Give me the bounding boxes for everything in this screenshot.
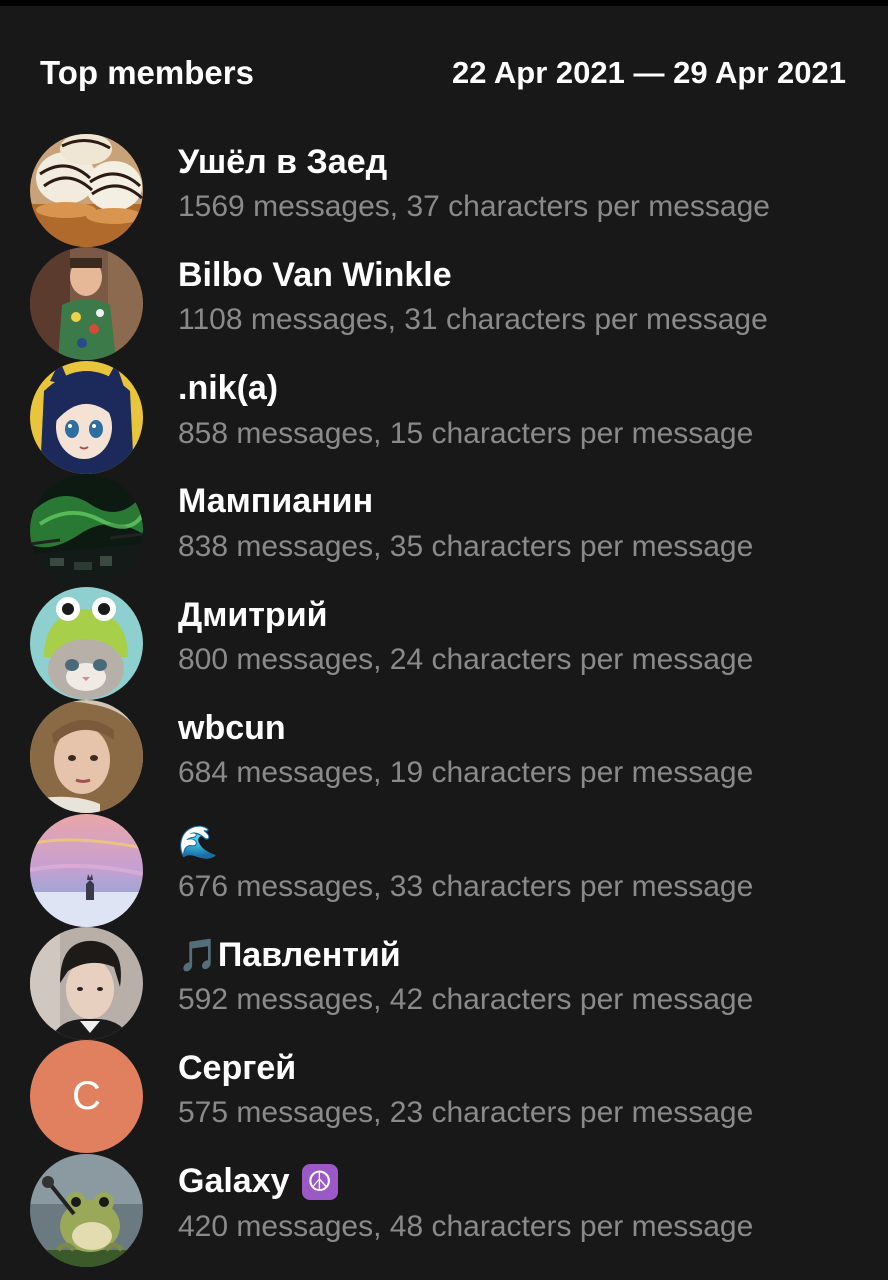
child-avatar-image (30, 247, 143, 361)
member-row[interactable]: Bilbo Van Winkle 1108 messages, 31 chara… (0, 247, 888, 361)
member-stats: 1569 messages, 37 characters per message (178, 190, 770, 223)
avatar[interactable] (30, 473, 143, 587)
member-row[interactable]: wbcun 684 messages, 19 characters per me… (0, 700, 888, 814)
woman-avatar-image (30, 700, 143, 814)
member-name: Galaxy ☮ (178, 1162, 338, 1202)
member-name: 🎵 Павлентий (178, 935, 401, 974)
avatar[interactable] (30, 134, 143, 247)
avatar[interactable] (30, 360, 143, 474)
aurora-avatar-image (30, 473, 143, 587)
member-name: Мампианин (178, 482, 374, 521)
member-row[interactable]: Galaxy ☮ 420 messages, 48 characters per … (0, 1153, 888, 1267)
avatar[interactable] (30, 927, 143, 1041)
music-note-emoji-icon: 🎵 (178, 937, 218, 974)
avatar[interactable] (30, 587, 143, 701)
member-row[interactable]: .nik(a) 858 messages, 15 characters per … (0, 360, 888, 474)
member-stats: 858 messages, 15 characters per message (178, 416, 754, 450)
member-stats: 676 messages, 33 characters per message (178, 869, 754, 903)
avatar[interactable] (30, 813, 143, 927)
member-row[interactable]: 🎵 Павлентий 592 messages, 42 characters p… (0, 927, 888, 1041)
avatar[interactable]: С (30, 1040, 143, 1154)
pastries-avatar-image (30, 134, 143, 247)
man-avatar-image (30, 927, 143, 1041)
section-title: Top members (40, 54, 254, 91)
frog-avatar-image (30, 1153, 143, 1267)
member-name: Ушёл в Заед (178, 142, 388, 181)
top-members-header: Top members 22 Apr 2021 — 29 Apr 2021 (40, 50, 846, 96)
member-row[interactable]: Дмитрий 800 messages, 24 characters per … (0, 587, 888, 701)
member-row[interactable]: Мампианин 838 messages, 35 characters pe… (0, 473, 888, 587)
member-stats: 838 messages, 35 characters per message (178, 529, 754, 563)
member-row[interactable]: 🌊 676 messages, 33 characters per messag… (0, 813, 888, 927)
avatar[interactable] (30, 700, 143, 814)
member-name: Дмитрий (178, 595, 328, 634)
avatar-initial: С (72, 1074, 101, 1119)
member-row[interactable]: С Сергей 575 messages, 23 characters per… (0, 1040, 888, 1154)
top-members-screen: Top members 22 Apr 2021 — 29 Apr 2021 Уш… (0, 0, 888, 1280)
avatar[interactable] (30, 247, 143, 361)
member-stats: 1108 messages, 31 characters per message (178, 303, 768, 337)
member-row[interactable]: Ушёл в Заед 1569 messages, 37 characters… (0, 134, 888, 247)
member-name: 🌊 (178, 822, 218, 862)
date-range: 22 Apr 2021 — 29 Apr 2021 (451, 55, 846, 90)
status-bar-edge (0, 0, 888, 6)
member-stats: 575 messages, 23 characters per message (178, 1096, 754, 1130)
member-name: .nik(a) (178, 369, 279, 408)
anime-avatar-image (30, 360, 143, 474)
member-stats: 420 messages, 48 characters per message (178, 1209, 754, 1243)
members-list: Ушёл в Заед 1569 messages, 37 characters… (0, 134, 888, 1267)
member-stats: 684 messages, 19 characters per message (178, 756, 754, 790)
member-name: Сергей (178, 1048, 297, 1087)
peace-symbol-icon: ☮ (301, 1163, 338, 1200)
member-stats: 592 messages, 42 characters per message (178, 983, 754, 1017)
cat-frog-hat-avatar-image (30, 587, 143, 701)
member-stats: 800 messages, 24 characters per message (178, 643, 754, 677)
avatar[interactable] (30, 1153, 143, 1267)
sunset-cat-avatar-image (30, 813, 143, 927)
wave-emoji-icon: 🌊 (178, 823, 218, 860)
member-name: wbcun (178, 708, 286, 747)
member-name: Bilbo Van Winkle (178, 255, 452, 294)
